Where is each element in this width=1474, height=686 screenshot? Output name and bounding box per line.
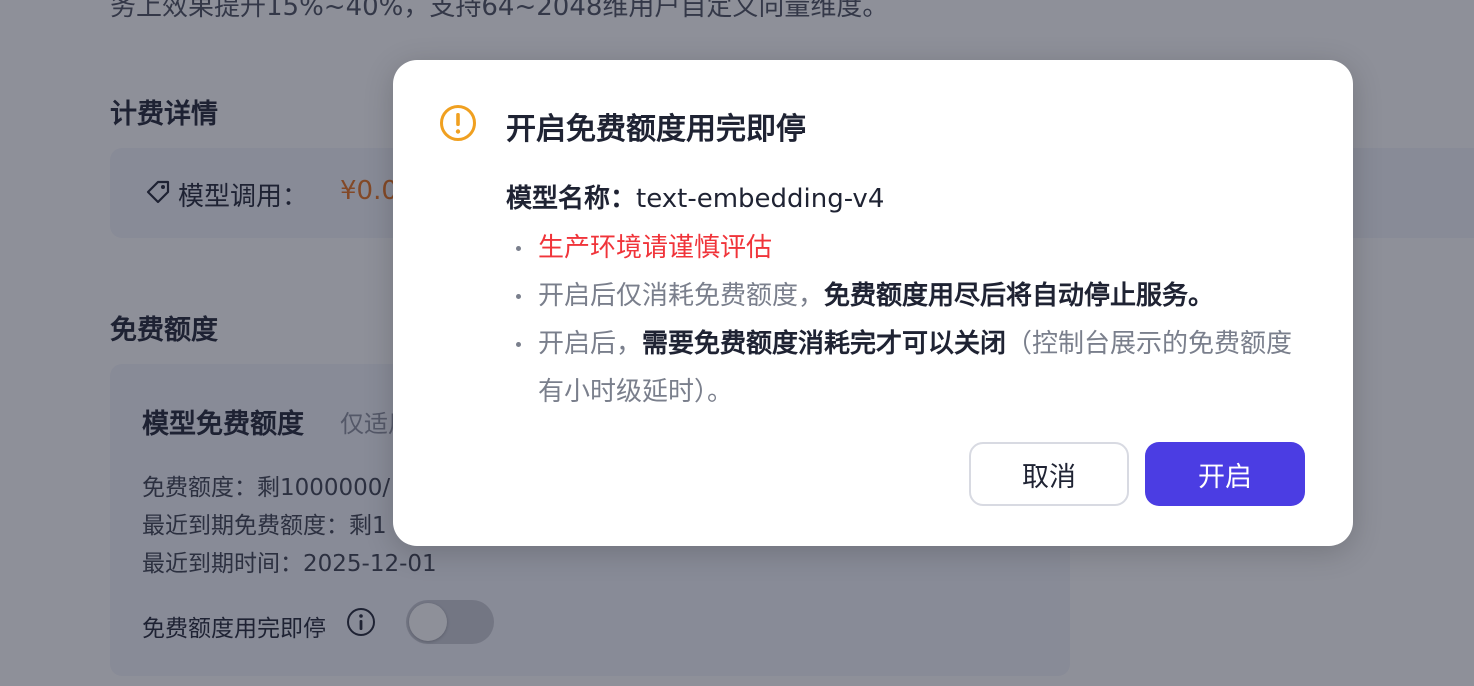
model-name-label: 模型名称： <box>506 184 637 214</box>
notice-close-strong-text: 需要免费额度消耗完才可以关闭 <box>642 329 1007 359</box>
bullet-dot <box>516 294 521 299</box>
notice-list: 生产环境请谨慎评估 开启后仅消耗免费额度，免费额度用尽后将自动停止服务。 开启后… <box>506 224 1306 416</box>
bullet-dot <box>516 246 521 251</box>
enable-button[interactable]: 开启 <box>1145 442 1305 506</box>
exclamation-circle-icon <box>440 105 476 141</box>
notice-consume-strong-text: 免费额度用尽后将自动停止服务。 <box>824 281 1215 311</box>
confirm-dialog: 开启免费额度用完即停 模型名称：text-embedding-v4 生产环境请谨… <box>393 60 1353 546</box>
cancel-button[interactable]: 取消 <box>969 442 1129 506</box>
notice-item-production: 生产环境请谨慎评估 <box>506 224 1306 272</box>
model-name-row: 模型名称：text-embedding-v4 <box>506 178 884 215</box>
dialog-title: 开启免费额度用完即停 <box>506 112 806 147</box>
model-name-value: text-embedding-v4 <box>636 184 885 214</box>
notice-production-text: 生产环境请谨慎评估 <box>538 233 773 263</box>
notice-item-close-condition: 开启后，需要免费额度消耗完才可以关闭（控制台展示的免费额度有小时级延时）。 <box>506 320 1306 416</box>
notice-consume-text: 开启后仅消耗免费额度， <box>538 281 825 311</box>
bullet-dot <box>516 342 521 347</box>
notice-item-consume-free: 开启后仅消耗免费额度，免费额度用尽后将自动停止服务。 <box>506 272 1306 320</box>
notice-close-pre-text: 开启后， <box>538 329 643 359</box>
